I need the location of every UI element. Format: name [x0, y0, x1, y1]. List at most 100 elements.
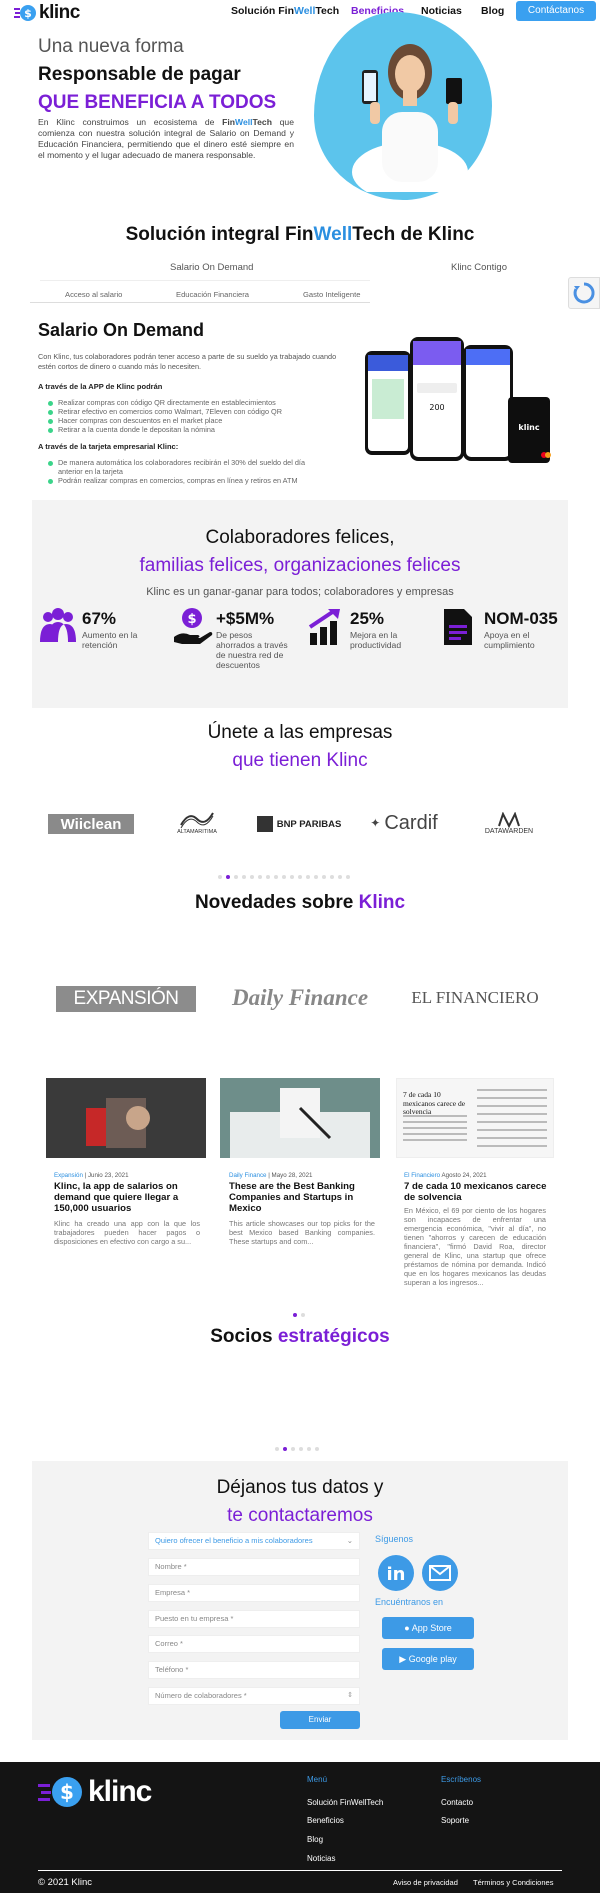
people-icon	[38, 608, 78, 649]
app-heading: A través de la APP de Klinc podrán	[38, 382, 163, 391]
card-brand: klinc	[518, 423, 540, 432]
colaboradores-field[interactable]: Número de colaboradores * ⇕	[148, 1687, 360, 1705]
stat-value: +$5M%	[216, 609, 275, 628]
play-icon: ▶	[399, 1654, 409, 1664]
happy-line-3: Klinc es un ganar-ganar para todos; cola…	[146, 586, 454, 598]
contact-line-1: Déjanos tus datos y	[216, 1477, 384, 1498]
enviar-button[interactable]: Enviar	[280, 1711, 360, 1729]
companies-line-2: que tienen Klinc	[232, 750, 368, 771]
post-excerpt: En México, el 69 por ciento de los hogar…	[404, 1206, 546, 1287]
contactanos-button[interactable]: Contáctanos	[516, 1, 596, 21]
footer-link[interactable]: Noticias	[307, 1854, 335, 1863]
news-title: Novedades sobre Klinc	[194, 892, 406, 913]
hero-line-3: QUE BENEFICIA A TODOS	[38, 92, 277, 113]
footer-write-heading: Escríbenos	[441, 1775, 482, 1784]
document-icon	[442, 607, 474, 652]
klinc-dollar-icon: $	[14, 3, 36, 23]
post-meta: El Financiero Agosto 24, 2021	[404, 1172, 487, 1179]
post-title[interactable]: These are the Best Banking Companies and…	[229, 1181, 377, 1214]
tab-klinc-contigo[interactable]: Klinc Contigo	[451, 262, 507, 273]
logo-bnp-paribas: BNP PARIBAS	[256, 815, 342, 833]
media-expansion: EXPANSIÓN	[56, 986, 196, 1012]
phone-amount: 200	[429, 403, 444, 412]
logo-altamaritima: ALTAMARITIMA	[164, 808, 230, 838]
site-header: $ klinc Solución FinWellTech Beneficios …	[0, 0, 600, 26]
footer-link[interactable]: Beneficios	[307, 1816, 344, 1825]
salario-intro: Con Klinc, tus colaboradores podrán tene…	[38, 352, 337, 371]
contact-line-2: te contactaremos	[227, 1505, 373, 1526]
klinc-dollar-icon: $	[38, 1777, 82, 1807]
terms-link[interactable]: Términos y Condiciones	[473, 1878, 553, 1887]
post-title[interactable]: Klinc, la app de salarios on demand que …	[54, 1181, 202, 1214]
salario-title: Salario On Demand	[38, 320, 205, 340]
hero-paragraph: En Klinc construimos un ecosistema de Fi…	[38, 117, 294, 160]
subtab-acceso-salario[interactable]: Acceso al salario	[65, 290, 122, 299]
card-item: De manera automática los colaboradores r…	[48, 458, 328, 476]
post-thumbnail[interactable]: 7 de cada 10 mexicanos carece de solvenc…	[396, 1078, 554, 1158]
recaptcha-icon	[573, 282, 595, 304]
empresa-field[interactable]: Empresa *	[148, 1584, 360, 1602]
post-thumbnail[interactable]	[46, 1078, 206, 1158]
subtab-divider	[30, 302, 370, 303]
happy-line-2: familias felices, organizaciones felices	[139, 555, 461, 576]
number-stepper-icon[interactable]: ⇕	[347, 1688, 353, 1704]
growth-chart-icon	[308, 607, 346, 652]
follow-label: Síguenos	[375, 1534, 414, 1544]
footer-link[interactable]: Contacto	[441, 1798, 473, 1807]
stat-label: Apoya en el cumplimiento	[484, 630, 535, 650]
klinc-logo[interactable]: $ klinc	[14, 2, 80, 24]
card-heading: A través de la tarjeta empresarial Klinc…	[38, 442, 179, 451]
page: $ klinc Solución FinWellTech Beneficios …	[0, 0, 600, 1893]
wave-icon	[180, 812, 214, 829]
app-phones-image: 200 klinc	[362, 335, 554, 465]
nav-noticias[interactable]: Noticias	[421, 5, 462, 17]
logo-wiiclean: Wiiclean	[48, 814, 134, 834]
hero-line-2: Responsable de pagar	[38, 64, 241, 85]
find-label: Encuéntranos en	[375, 1597, 444, 1607]
footer-divider	[38, 1870, 562, 1871]
privacy-link[interactable]: Aviso de privacidad	[393, 1878, 458, 1887]
stat-value: NOM-035	[484, 609, 558, 628]
app-store-button[interactable]: ● App Store	[382, 1617, 474, 1639]
nombre-field[interactable]: Nombre *	[148, 1558, 360, 1576]
post-excerpt: This article showcases our top picks for…	[229, 1219, 375, 1246]
telefono-field[interactable]: Teléfono *	[148, 1661, 360, 1679]
svg-text:$: $	[60, 1780, 74, 1804]
post-title[interactable]: 7 de cada 10 mexicanos carece de solvenc…	[404, 1181, 552, 1203]
google-play-button[interactable]: ▶ Google play	[382, 1648, 474, 1670]
partners-carousel-dots[interactable]	[275, 1447, 319, 1451]
recaptcha-badge[interactable]	[568, 277, 600, 309]
footer-link[interactable]: Soporte	[441, 1816, 469, 1825]
nav-blog[interactable]: Blog	[481, 5, 504, 17]
tab-salario-on-demand[interactable]: Salario On Demand	[170, 262, 253, 273]
subtab-gasto-inteligente[interactable]: Gasto Inteligente	[303, 290, 360, 299]
hero-line-1: Una nueva forma	[38, 36, 184, 57]
footer-logo[interactable]: $ klinc	[38, 1775, 152, 1809]
companies-line-1: Únete a las empresas	[207, 722, 393, 743]
email-link[interactable]	[422, 1555, 458, 1591]
datawarden-icon	[498, 811, 520, 828]
stat-label: Aumento en la retención	[82, 630, 138, 650]
benefit-select[interactable]: Quiero ofrecer el beneficio a mis colabo…	[148, 1532, 360, 1550]
app-item: Retirar a la cuenta donde le depositan l…	[48, 425, 215, 435]
subtab-educacion-financiera[interactable]: Educación Financiera	[176, 290, 249, 299]
svg-text:in: in	[387, 1564, 406, 1585]
linkedin-link[interactable]: in	[378, 1555, 414, 1591]
companies-carousel-dots[interactable]	[218, 875, 350, 879]
logo-datawarden: DATAWARDEN	[474, 808, 544, 838]
media-el-financiero: EL FINANCIERO	[411, 988, 539, 1007]
card-item: Podrán realizar compras en comercios, co…	[48, 476, 298, 486]
svg-text:$: $	[187, 612, 196, 627]
cardif-mark-icon: ✦	[370, 816, 381, 830]
post-thumbnail[interactable]	[220, 1078, 380, 1158]
nav-solucion[interactable]: Solución FinWellTech	[231, 5, 339, 17]
happy-line-1: Colaboradores felices,	[205, 527, 395, 548]
puesto-field[interactable]: Puesto en tu empresa *	[148, 1610, 360, 1628]
stat-value: 67%	[82, 609, 117, 628]
footer-link[interactable]: Solución FinWellTech	[307, 1798, 383, 1807]
correo-field[interactable]: Correo *	[148, 1635, 360, 1653]
hero-woman-image	[340, 22, 480, 202]
footer-link[interactable]: Blog	[307, 1835, 323, 1844]
news-carousel-dots[interactable]	[293, 1313, 305, 1317]
bnp-square-icon	[256, 816, 273, 832]
